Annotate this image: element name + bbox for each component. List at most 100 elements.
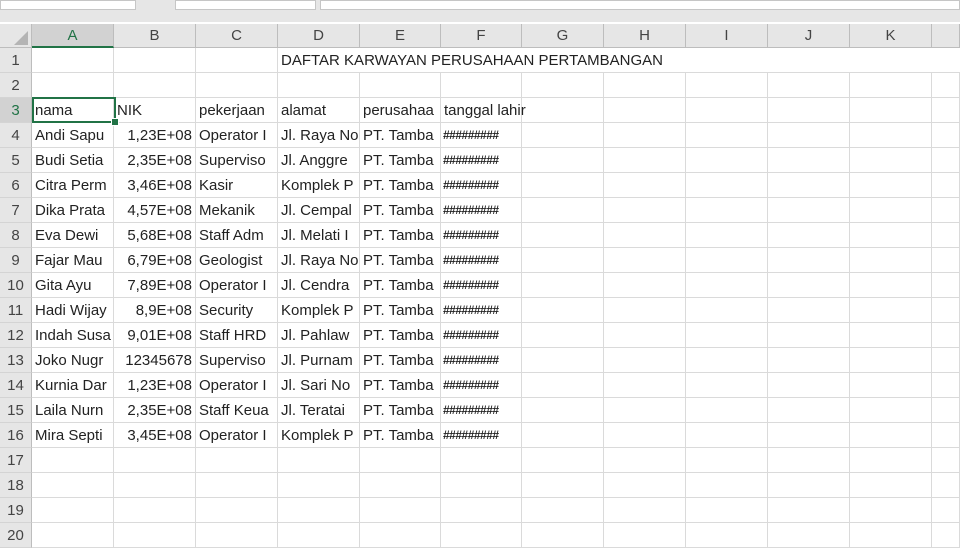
cell-D7[interactable]: Jl. Cempal [278, 198, 360, 223]
column-header-K[interactable]: K [850, 24, 932, 48]
cell-B20[interactable] [114, 523, 196, 548]
cell-E9[interactable]: PT. Tamba [360, 248, 441, 273]
row-header-16[interactable]: 16 [0, 423, 32, 448]
cell-G15[interactable] [522, 398, 604, 423]
cell-L5[interactable] [932, 148, 960, 173]
cell-B3[interactable]: NIK [114, 98, 196, 123]
cell-L19[interactable] [932, 498, 960, 523]
cell-C6[interactable]: Kasir [196, 173, 278, 198]
cell-F4[interactable]: ######### [441, 123, 522, 148]
cell-E3[interactable]: perusahaa [360, 98, 441, 123]
row-header-17[interactable]: 17 [0, 448, 32, 473]
cell-J13[interactable] [768, 348, 850, 373]
cell-K19[interactable] [850, 498, 932, 523]
cell-I5[interactable] [686, 148, 768, 173]
cell-K2[interactable] [850, 73, 932, 98]
cell-C11[interactable]: Security [196, 298, 278, 323]
cell-L8[interactable] [932, 223, 960, 248]
cell-D14[interactable]: Jl. Sari No [278, 373, 360, 398]
cell-K20[interactable] [850, 523, 932, 548]
cell-B16[interactable]: 3,45E+08 [114, 423, 196, 448]
cell-E5[interactable]: PT. Tamba [360, 148, 441, 173]
cell-I10[interactable] [686, 273, 768, 298]
cell-G19[interactable] [522, 498, 604, 523]
cell-D3[interactable]: alamat [278, 98, 360, 123]
cell-A4[interactable]: Andi Sapu [32, 123, 114, 148]
cell-K18[interactable] [850, 473, 932, 498]
cell-F13[interactable]: ######### [441, 348, 522, 373]
cell-E14[interactable]: PT. Tamba [360, 373, 441, 398]
formula-controls[interactable] [175, 0, 316, 10]
cell-G2[interactable] [522, 73, 604, 98]
cell-B8[interactable]: 5,68E+08 [114, 223, 196, 248]
cell-F11[interactable]: ######### [441, 298, 522, 323]
cell-F7[interactable]: ######### [441, 198, 522, 223]
cell-E8[interactable]: PT. Tamba [360, 223, 441, 248]
cell-C18[interactable] [196, 473, 278, 498]
cell-E4[interactable]: PT. Tamba [360, 123, 441, 148]
cell-J5[interactable] [768, 148, 850, 173]
cell-K10[interactable] [850, 273, 932, 298]
cell-F14[interactable]: ######### [441, 373, 522, 398]
cell-L7[interactable] [932, 198, 960, 223]
cell-C15[interactable]: Staff Keua [196, 398, 278, 423]
cell-D6[interactable]: Komplek P [278, 173, 360, 198]
cell-C7[interactable]: Mekanik [196, 198, 278, 223]
cell-D19[interactable] [278, 498, 360, 523]
row-header-4[interactable]: 4 [0, 123, 32, 148]
cell-C5[interactable]: Superviso [196, 148, 278, 173]
row-header-3[interactable]: 3 [0, 98, 32, 123]
cell-B12[interactable]: 9,01E+08 [114, 323, 196, 348]
cell-J6[interactable] [768, 173, 850, 198]
cell-H19[interactable] [604, 498, 686, 523]
cell-K15[interactable] [850, 398, 932, 423]
cell-K6[interactable] [850, 173, 932, 198]
cell-H10[interactable] [604, 273, 686, 298]
cell-B7[interactable]: 4,57E+08 [114, 198, 196, 223]
cell-L16[interactable] [932, 423, 960, 448]
cell-C3[interactable]: pekerjaan [196, 98, 278, 123]
cell-I8[interactable] [686, 223, 768, 248]
row-header-12[interactable]: 12 [0, 323, 32, 348]
cell-C9[interactable]: Geologist [196, 248, 278, 273]
cell-H16[interactable] [604, 423, 686, 448]
cell-H20[interactable] [604, 523, 686, 548]
column-header-I[interactable]: I [686, 24, 768, 48]
cell-F2[interactable] [441, 73, 522, 98]
cell-G13[interactable] [522, 348, 604, 373]
cell-F15[interactable]: ######### [441, 398, 522, 423]
cell-J20[interactable] [768, 523, 850, 548]
cell-G6[interactable] [522, 173, 604, 198]
row-header-15[interactable]: 15 [0, 398, 32, 423]
row-header-19[interactable]: 19 [0, 498, 32, 523]
cell-H4[interactable] [604, 123, 686, 148]
cell-E20[interactable] [360, 523, 441, 548]
cell-K13[interactable] [850, 348, 932, 373]
cell-H5[interactable] [604, 148, 686, 173]
column-header-B[interactable]: B [114, 24, 196, 48]
cell-F9[interactable]: ######### [441, 248, 522, 273]
cell-F8[interactable]: ######### [441, 223, 522, 248]
cell-D13[interactable]: Jl. Purnam [278, 348, 360, 373]
cell-L15[interactable] [932, 398, 960, 423]
cell-B9[interactable]: 6,79E+08 [114, 248, 196, 273]
column-header-J[interactable]: J [768, 24, 850, 48]
cell-A12[interactable]: Indah Susa [32, 323, 114, 348]
cell-G10[interactable] [522, 273, 604, 298]
cell-C10[interactable]: Operator I [196, 273, 278, 298]
cell-D20[interactable] [278, 523, 360, 548]
cell-I19[interactable] [686, 498, 768, 523]
cell-A18[interactable] [32, 473, 114, 498]
cell-E13[interactable]: PT. Tamba [360, 348, 441, 373]
cell-H3[interactable] [604, 98, 686, 123]
cell-E19[interactable] [360, 498, 441, 523]
cell-E10[interactable]: PT. Tamba [360, 273, 441, 298]
cell-J17[interactable] [768, 448, 850, 473]
cell-L3[interactable] [932, 98, 960, 123]
cell-L4[interactable] [932, 123, 960, 148]
row-header-13[interactable]: 13 [0, 348, 32, 373]
cell-B15[interactable]: 2,35E+08 [114, 398, 196, 423]
cell-K8[interactable] [850, 223, 932, 248]
cell-H12[interactable] [604, 323, 686, 348]
cell-E16[interactable]: PT. Tamba [360, 423, 441, 448]
